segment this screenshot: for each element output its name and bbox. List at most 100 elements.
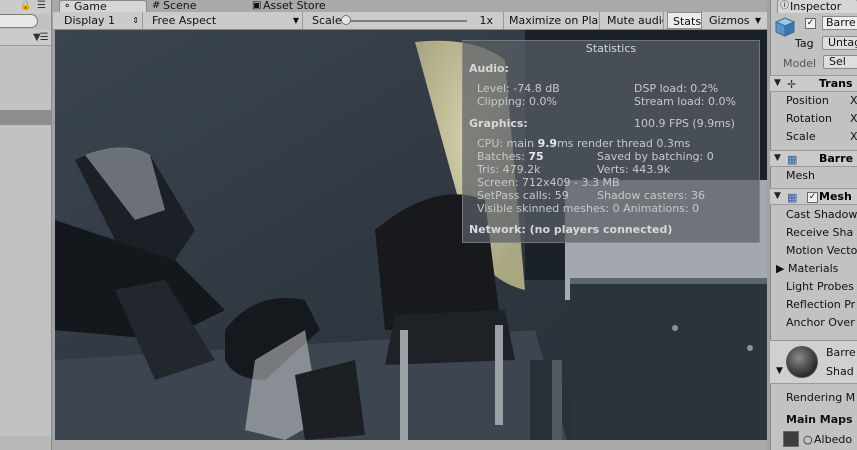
material-preview-sphere <box>786 346 818 378</box>
shader-label: Shad <box>826 365 854 378</box>
chevron-right-icon: ▶ <box>776 262 785 275</box>
menu-icon[interactable]: ☰ <box>37 0 46 11</box>
info-icon: ⓘ <box>780 1 790 11</box>
transform-title: Trans <box>819 77 853 90</box>
audio-level: Level: -74.8 dB <box>477 82 560 95</box>
maximize-on-play-button[interactable]: Maximize on Play <box>503 12 600 29</box>
main-maps-label: Main Maps <box>786 413 853 426</box>
albedo-label: Albedo <box>814 433 853 446</box>
materials-foldout[interactable]: ▶ Materials <box>776 262 838 275</box>
scale-slider-knob[interactable] <box>341 15 351 25</box>
stream-load: Stream load: 0.0% <box>634 95 736 108</box>
screen-info: Screen: 712x409 - 3.3 MB <box>477 176 620 189</box>
foldout-arrow-icon[interactable]: ▼ <box>776 366 783 376</box>
scale-slider-track[interactable] <box>345 20 467 22</box>
audio-header: Audio: <box>469 62 509 75</box>
batches-prefix: Batches: <box>477 150 529 163</box>
dsp-load: DSP load: 0.2% <box>634 82 719 95</box>
scale-x-label: X <box>850 130 857 143</box>
transform-icon: ✛ <box>787 78 797 91</box>
cast-shadows-label: Cast Shadow <box>786 208 857 221</box>
position-x-label: X <box>850 94 857 107</box>
tab-asset-store[interactable]: ▣ Asset Store <box>249 0 359 12</box>
editor-tab-strip: ⚬ Game # Scene ▣ Asset Store <box>53 0 767 12</box>
tag-label: Tag <box>795 37 814 50</box>
mesh-renderer-title: Mesh <box>819 190 852 203</box>
active-checkbox[interactable]: ✓ <box>805 18 816 29</box>
foldout-arrow-icon[interactable]: ▼ <box>774 153 781 163</box>
batches-value: 75 <box>528 150 544 163</box>
tab-inspector-label: Inspector <box>790 0 842 13</box>
hierarchy-search-input[interactable] <box>0 14 38 28</box>
tab-game[interactable]: ⚬ Game <box>59 0 147 12</box>
hierarchy-panel: 🔒 ☰ ▼☰ <box>0 0 52 450</box>
tab-game-label: Game <box>74 0 107 12</box>
scale-label: Scale <box>786 130 816 143</box>
model-label: Model <box>783 57 817 70</box>
tris-count: Tris: 479.2k <box>477 163 541 176</box>
scene-grid-icon: # <box>152 0 161 11</box>
mute-audio-button[interactable]: Mute audio <box>602 12 664 29</box>
foldout-arrow-icon[interactable]: ▼ <box>774 191 781 201</box>
scale-value: 1x <box>479 14 493 27</box>
rotation-x-label: X <box>850 112 857 125</box>
cpu-suffix: ms render thread 0.3ms <box>557 137 691 150</box>
materials-label: Materials <box>787 262 839 275</box>
hierarchy-footer <box>0 436 51 450</box>
mesh-renderer-enabled-checkbox[interactable]: ✓ <box>807 192 818 203</box>
shadow-casters: Shadow casters: 36 <box>597 189 705 202</box>
skinned-meshes: Visible skinned meshes: 0 Animations: 0 <box>477 202 700 215</box>
mesh-renderer-header[interactable]: ▼ ▦ ✓ Mesh <box>770 188 857 205</box>
material-name: Barre <box>826 346 856 359</box>
saved-by-batching: Saved by batching: 0 <box>597 150 714 163</box>
tab-scene[interactable]: # Scene <box>149 0 247 12</box>
mesh-label: Mesh <box>786 169 815 182</box>
game-view-toolbar: Display 1 ⇕ Free Aspect ▼ Scale 1x Maxim… <box>53 12 767 30</box>
cpu-prefix: CPU: main <box>477 137 538 150</box>
statistics-title: Statistics <box>585 42 637 55</box>
tab-inspector[interactable]: ⓘ Inspector <box>777 0 857 13</box>
rendering-mode-label: Rendering M <box>786 391 856 404</box>
tag-dropdown[interactable]: Untag <box>822 36 857 50</box>
anchor-override-label: Anchor Over <box>786 316 855 329</box>
tab-asset-store-label: Asset Store <box>263 0 326 12</box>
mesh-filter-title: Barre <box>819 152 854 165</box>
object-name-field[interactable]: Barre <box>822 16 857 30</box>
transform-header[interactable]: ▼ ✛ Trans <box>770 75 857 92</box>
receive-shadows-label: Receive Sha <box>786 226 854 239</box>
game-icon: ⚬ <box>63 1 72 12</box>
gizmos-label: Gizmos <box>709 14 750 27</box>
hierarchy-header: 🔒 ☰ <box>0 0 51 14</box>
scale-slider-group: Scale 1x <box>307 12 501 29</box>
cpu-timing: CPU: main 9.9ms render thread 0.3ms <box>477 137 690 150</box>
mesh-filter-header[interactable]: ▼ ▦ Barre <box>770 150 857 167</box>
motion-vectors-label: Motion Vecto <box>786 244 857 257</box>
gameobject-cube-icon <box>774 17 796 37</box>
statistics-panel: Statistics Audio: Level: -74.8 dB DSP lo… <box>462 40 760 243</box>
viewport-footer <box>53 440 767 450</box>
albedo-picker-icon[interactable]: ○ <box>803 433 813 446</box>
gizmos-dropdown[interactable]: Gizmos ▼ <box>704 12 764 29</box>
graphics-header: Graphics: <box>469 117 528 130</box>
rotation-label: Rotation <box>786 112 833 125</box>
menu-icon[interactable]: ▼☰ <box>33 32 49 43</box>
hierarchy-selected-row[interactable] <box>0 110 51 125</box>
lock-icon[interactable]: 🔒 <box>20 1 31 11</box>
model-select-button[interactable]: Sel <box>823 55 857 69</box>
mesh-filter-icon: ▦ <box>787 153 798 166</box>
verts-count: Verts: 443.9k <box>597 163 671 176</box>
display-dropdown[interactable]: Display 1 ⇕ <box>59 12 143 29</box>
audio-clipping: Clipping: 0.0% <box>477 95 557 108</box>
network-status: Network: (no players connected) <box>469 223 673 236</box>
aspect-dropdown[interactable]: Free Aspect ▼ <box>147 12 303 29</box>
albedo-texture-slot[interactable] <box>783 431 799 447</box>
fps-value: 100.9 FPS (9.9ms) <box>634 117 735 130</box>
scale-label: Scale <box>312 14 342 27</box>
foldout-arrow-icon[interactable]: ▼ <box>774 78 781 88</box>
cpu-main-value: 9.9 <box>537 137 558 150</box>
dropdown-arrows-icon: ⇕ <box>132 16 139 25</box>
light-probes-label: Light Probes <box>786 280 854 293</box>
reflection-probes-label: Reflection Pr <box>786 298 856 311</box>
aspect-dropdown-label: Free Aspect <box>152 14 217 27</box>
stats-button[interactable]: Stats <box>667 12 702 29</box>
